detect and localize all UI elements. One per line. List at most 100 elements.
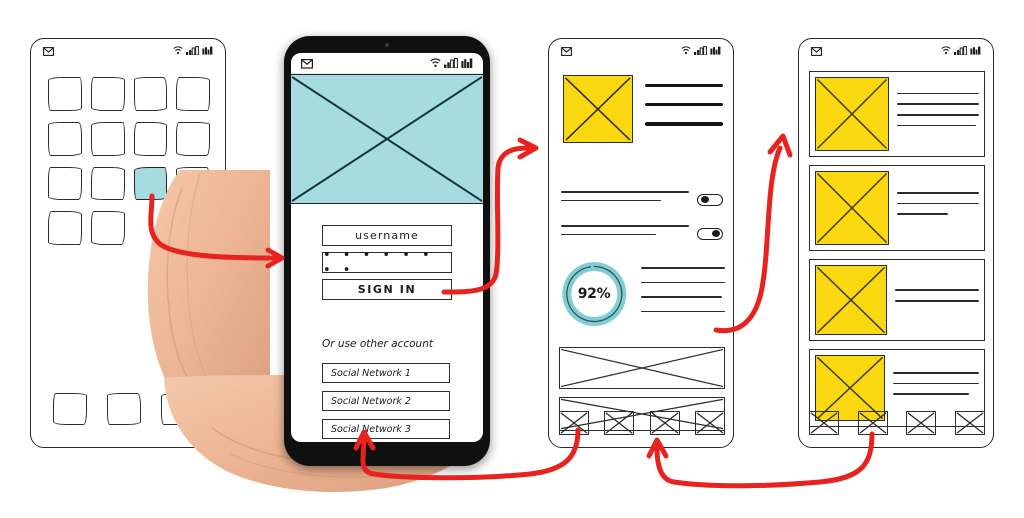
text-line [561,225,689,227]
image-placeholder [815,171,889,245]
text-line [897,124,976,127]
text-line [897,114,979,116]
app-icon-grid [48,77,210,245]
envelope-icon [811,41,822,60]
dock-icon-2[interactable] [107,393,141,425]
status-bar [31,39,225,61]
dock [53,393,203,425]
dock-icon-3[interactable] [161,393,195,425]
text-line [897,202,979,205]
text-line [897,92,979,95]
sign-in-button[interactable]: SIGN IN [322,279,452,300]
hero-text-lines [645,84,723,142]
status-icons [430,58,473,68]
app-icon-8[interactable] [176,121,210,156]
wireframe-screen-app-grid[interactable] [30,38,226,448]
text-line [897,192,979,194]
status-bar [291,53,483,74]
bottom-nav [809,411,985,435]
status-icons [941,45,981,55]
arrow-signin-to-dash-head [517,137,539,160]
setting-row-1[interactable] [561,191,723,208]
app-icon-3[interactable] [133,77,168,111]
app-icon-11-selected[interactable] [133,166,168,201]
list-item-text [887,289,979,310]
list-item-text [885,372,979,404]
image-placeholder [815,77,889,151]
app-icon-2[interactable] [90,77,125,111]
app-icon-10[interactable] [90,166,125,201]
progress-percent-label: 92% [577,286,611,302]
status-bar [549,39,733,61]
nav-item-3[interactable] [906,411,937,435]
app-icon-6[interactable] [90,121,125,156]
image-placeholder-hero[interactable] [563,75,633,143]
setting-label-lines [561,225,697,242]
wireframe-screen-card-list[interactable] [798,38,994,448]
progress-text-lines [641,267,725,325]
signal-icon [694,45,707,55]
signal-icon [186,45,199,55]
text-line [645,103,723,107]
text-line [645,122,723,126]
status-icons [681,45,721,55]
text-line [641,267,725,269]
toggle-knob [700,195,709,203]
nav-item-2[interactable] [604,411,635,435]
list-item[interactable] [809,165,985,251]
toggle-switch-2[interactable] [697,227,723,240]
setting-row-2[interactable] [561,225,723,242]
toggle-switch-1[interactable] [697,193,723,206]
text-line [893,382,979,385]
list-item-text [889,192,979,224]
wifi-icon [430,58,441,67]
app-icon-9[interactable] [48,166,82,201]
signal-icon [954,45,967,55]
setting-label-lines [561,191,697,208]
wireframe-screen-dashboard[interactable]: 92% [548,38,734,448]
list-item[interactable] [809,259,985,341]
nav-item-3[interactable] [649,411,680,435]
app-icon-5[interactable] [48,121,82,156]
phone-screen-login[interactable]: username • • • • • • • • SIGN IN Or use … [291,53,483,442]
text-line [893,372,979,374]
status-icons [173,45,213,55]
text-line [561,233,656,236]
app-icon-1[interactable] [48,77,82,111]
wifi-icon [681,45,691,54]
battery-icon [202,46,213,55]
list-item[interactable] [809,71,985,157]
text-line [561,199,661,202]
text-line [641,281,725,284]
battery-icon [461,58,473,68]
nav-item-4[interactable] [694,411,725,435]
social-network-button-1[interactable]: Social Network 1 [322,363,450,383]
list-item-text [889,92,979,135]
nav-item-2[interactable] [857,411,888,435]
social-network-button-2[interactable]: Social Network 2 [322,391,450,411]
app-icon-7[interactable] [133,121,168,156]
dock-icon-1[interactable] [53,393,87,425]
camera-icon [385,43,389,47]
text-line [897,103,979,105]
app-icon-14[interactable] [90,211,125,245]
nav-item-1[interactable] [559,411,589,435]
app-icon-12[interactable] [176,166,210,201]
text-line [893,393,969,395]
envelope-icon [301,54,314,73]
password-input[interactable]: • • • • • • • • [322,248,452,278]
banner-placeholder-1[interactable] [559,347,725,389]
nav-item-1[interactable] [809,411,839,435]
app-icon-4[interactable] [176,77,210,111]
bottom-nav [559,411,725,435]
text-line [641,310,725,313]
text-line [561,191,689,193]
other-account-label: Or use other account [322,338,433,350]
arrow-grid-to-phone-head [265,247,285,269]
app-icon-13[interactable] [48,211,82,245]
social-network-button-3[interactable]: Social Network 3 [322,419,450,439]
nav-item-4[interactable] [954,411,985,435]
username-input[interactable]: username [322,225,452,246]
wifi-icon [173,45,183,54]
status-bar [799,39,993,61]
